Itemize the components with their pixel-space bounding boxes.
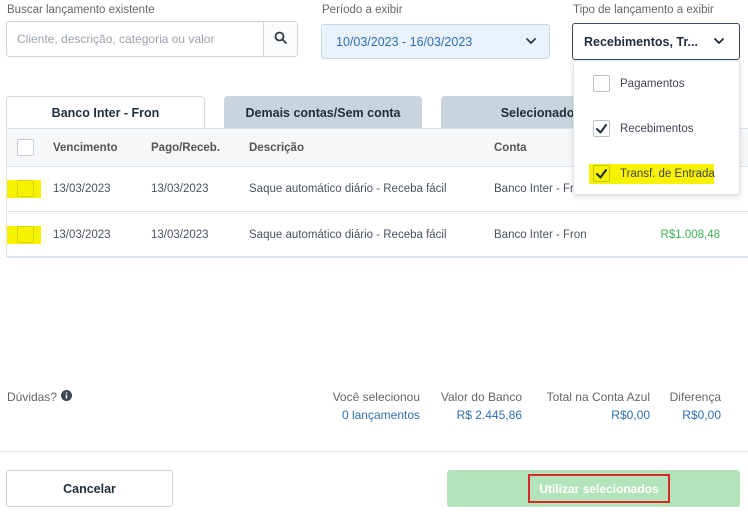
help-label: Dúvidas? <box>7 390 58 404</box>
row-checkbox[interactable] <box>17 226 34 243</box>
bank-value-label: Valor do Banco <box>440 390 522 404</box>
period-select[interactable]: 10/03/2023 - 16/03/2023 <box>321 24 550 59</box>
checkbox-checked[interactable] <box>593 165 610 182</box>
column-header: Conta <box>494 142 527 154</box>
search-button[interactable] <box>263 22 297 56</box>
type-value: Recebimentos, Tr... <box>584 35 698 49</box>
type-option-transf-entrada[interactable]: Transf. de Entrada <box>574 160 739 188</box>
selected-label: Você selecionou <box>332 390 420 404</box>
search-field <box>6 21 298 57</box>
type-select[interactable]: Recebimentos, Tr... <box>572 23 740 60</box>
cancel-button[interactable]: Cancelar <box>6 470 173 507</box>
help-link[interactable]: Dúvidas? <box>7 390 73 404</box>
use-selected-button[interactable]: Utilizar selecionados <box>447 470 740 507</box>
table-row[interactable]: 13/03/2023 13/03/2023 Saque automático d… <box>7 213 748 258</box>
option-label: Transf. de Entrada <box>620 168 715 180</box>
column-header: Descrição <box>249 142 304 154</box>
paid-date: 13/03/2023 <box>151 183 209 195</box>
type-label: Tipo de lançamento a exibir <box>573 4 714 16</box>
difference-label: Diferença <box>669 390 721 404</box>
search-label: Buscar lançamento existente <box>7 4 155 16</box>
search-input[interactable] <box>7 22 264 56</box>
total-value: R$0,00 <box>611 408 650 422</box>
due-date: 13/03/2023 <box>53 229 111 241</box>
tab-demais-contas[interactable]: Demais contas/Sem conta <box>224 96 422 129</box>
checkbox-checked[interactable] <box>593 120 610 137</box>
check-icon <box>596 124 607 134</box>
amount: R$1.008,48 <box>660 229 720 241</box>
type-dropdown: Pagamentos Recebimentos Transf. de Entra… <box>573 60 740 195</box>
footer-divider <box>0 451 748 452</box>
use-selected-label: Utilizar selecionados <box>528 474 670 503</box>
type-option-pagamentos[interactable]: Pagamentos <box>574 70 739 98</box>
column-header: Vencimento <box>53 142 118 154</box>
checkbox[interactable] <box>593 75 610 92</box>
difference-value: R$0,00 <box>682 408 721 422</box>
column-header: Pago/Receb. <box>151 142 221 154</box>
bank-value: R$ 2.445,86 <box>456 408 522 422</box>
option-label: Recebimentos <box>620 123 694 135</box>
select-all-checkbox[interactable] <box>17 139 34 156</box>
description: Saque automático diário - Receba fácil <box>249 183 447 195</box>
info-icon <box>61 390 73 404</box>
due-date: 13/03/2023 <box>53 183 111 195</box>
total-label: Total na Conta Azul <box>546 390 650 404</box>
search-icon <box>274 31 287 47</box>
period-value: 10/03/2023 - 16/03/2023 <box>336 35 473 49</box>
option-label: Pagamentos <box>620 78 685 90</box>
check-icon <box>596 169 607 179</box>
paid-date: 13/03/2023 <box>151 229 209 241</box>
period-label: Período a exibir <box>322 4 403 16</box>
description: Saque automático diário - Receba fácil <box>249 229 447 241</box>
chevron-down-icon <box>713 35 725 50</box>
account: Banco Inter - Fron <box>494 229 587 241</box>
selected-value: 0 lançamentos <box>341 408 420 422</box>
chevron-down-icon <box>525 35 537 50</box>
type-option-recebimentos[interactable]: Recebimentos <box>574 115 739 143</box>
tab-banco-inter[interactable]: Banco Inter - Fron <box>6 96 205 129</box>
row-checkbox[interactable] <box>17 180 34 197</box>
